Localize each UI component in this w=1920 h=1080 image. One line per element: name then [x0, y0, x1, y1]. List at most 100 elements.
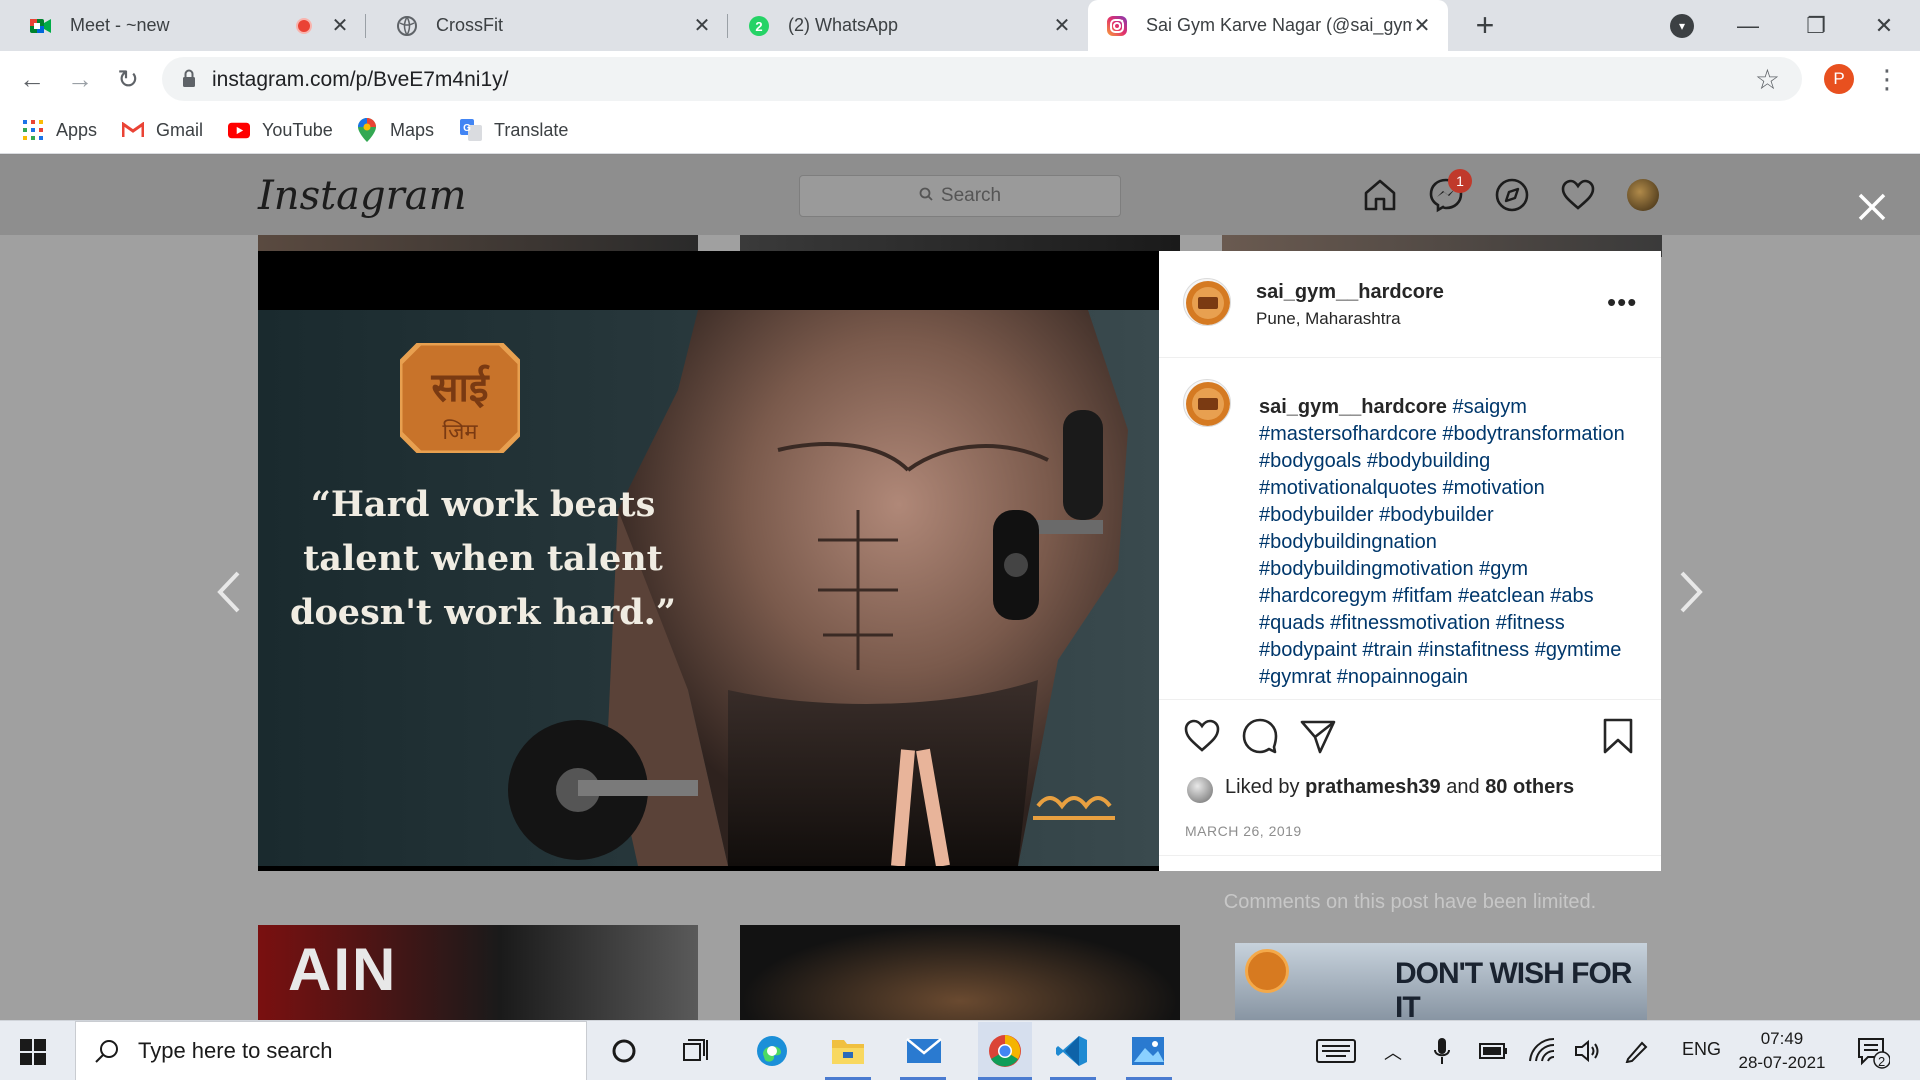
bookmark-youtube[interactable]: YouTube: [228, 116, 333, 144]
author-username[interactable]: sai_gym__hardcore: [1256, 281, 1444, 304]
caption-hashtags[interactable]: #saigym #mastersofhardcore #bodytransfor…: [1259, 396, 1625, 688]
instagram-icon: [1106, 15, 1128, 37]
likes-others[interactable]: 80 others: [1485, 776, 1574, 798]
restore-icon[interactable]: ❐: [1796, 8, 1836, 44]
instagram-search-input[interactable]: Search: [799, 175, 1121, 217]
file-explorer-icon[interactable]: [828, 1031, 868, 1071]
close-window-icon[interactable]: ✕: [1864, 8, 1904, 44]
microphone-icon[interactable]: [1434, 1037, 1450, 1065]
like-heart-icon[interactable]: [1183, 717, 1221, 755]
new-tab-button[interactable]: +: [1468, 9, 1502, 43]
logo-glyph: साई: [430, 364, 490, 411]
author-avatar[interactable]: [1183, 278, 1231, 326]
profile-avatar[interactable]: [1627, 179, 1659, 211]
bookmark-star-icon[interactable]: ☆: [1755, 63, 1780, 96]
battery-icon[interactable]: [1478, 1039, 1508, 1063]
forward-icon[interactable]: →: [62, 61, 98, 97]
comment-icon[interactable]: [1241, 717, 1279, 755]
back-icon[interactable]: ←: [14, 61, 50, 97]
close-tab-icon[interactable]: ✕: [330, 16, 350, 36]
next-post-arrow-icon[interactable]: [1676, 567, 1706, 617]
comments-limited-notice: Comments on this post have been limited.: [1223, 891, 1597, 913]
bookmark-maps[interactable]: Maps: [356, 116, 434, 144]
activity-heart-icon[interactable]: [1560, 177, 1596, 213]
lock-icon[interactable]: [182, 69, 196, 87]
show-hidden-icons-icon[interactable]: ︿: [1384, 1039, 1402, 1065]
home-icon[interactable]: [1362, 177, 1398, 213]
post-caption: sai_gym__hardcore #saigym #mastersofhard…: [1259, 394, 1649, 691]
mail-icon[interactable]: [904, 1031, 944, 1071]
youtube-icon: [228, 119, 250, 141]
close-tab-icon[interactable]: ✕: [1052, 16, 1072, 36]
post-image: साई जिम “Hard work beats talent when tal…: [258, 310, 1159, 866]
address-bar[interactable]: instagram.com/p/BveE7m4ni1y/ ☆: [162, 57, 1802, 101]
profile-avatar[interactable]: P: [1824, 64, 1854, 94]
instagram-logo[interactable]: Instagram: [258, 173, 467, 219]
photos-icon[interactable]: [1128, 1031, 1168, 1071]
liker-username[interactable]: prathamesh39: [1305, 776, 1441, 798]
search-icon: [919, 185, 933, 207]
taskbar-search-box[interactable]: Type here to search: [75, 1021, 587, 1080]
grid-post-thumbnail[interactable]: [740, 925, 1180, 1020]
browser-toolbar: ← → ↻ instagram.com/p/BveE7m4ni1y/ ☆ P ⋮: [0, 51, 1920, 106]
post-media[interactable]: साई जिम “Hard work beats talent when tal…: [258, 251, 1159, 871]
task-view-icon[interactable]: [676, 1031, 716, 1071]
translate-icon: G: [460, 119, 482, 141]
chrome-icon[interactable]: [978, 1022, 1032, 1080]
bookmark-translate[interactable]: G Translate: [460, 116, 568, 144]
grid-post-thumbnail[interactable]: AIN: [258, 925, 698, 1020]
touch-keyboard-icon[interactable]: [1316, 1039, 1356, 1063]
tab-search-icon[interactable]: ▾: [1670, 14, 1694, 38]
cortana-icon[interactable]: [604, 1031, 644, 1071]
likes-summary[interactable]: Liked by prathamesh39 and 80 others: [1225, 776, 1574, 799]
previous-post-arrow-icon[interactable]: [214, 567, 244, 617]
recording-icon: [296, 17, 312, 34]
more-options-icon[interactable]: •••: [1607, 287, 1637, 318]
pen-workspace-icon[interactable]: [1624, 1039, 1650, 1063]
wifi-icon[interactable]: [1528, 1037, 1556, 1065]
reload-icon[interactable]: ↻: [110, 61, 146, 97]
logo-subtext: जिम: [442, 419, 478, 445]
instagram-header: Instagram Search 1: [0, 155, 1920, 235]
likes-and: and: [1446, 776, 1480, 798]
tab-meet[interactable]: Meet - ~new ✕: [0, 0, 366, 51]
close-modal-icon[interactable]: [1852, 187, 1892, 227]
motivational-quote: “Hard work beats talent when talent does…: [289, 484, 676, 633]
save-bookmark-icon[interactable]: [1599, 717, 1637, 755]
tab-crossfit[interactable]: CrossFit ✕: [366, 0, 728, 51]
tab-title: CrossFit: [436, 15, 503, 35]
minimize-icon[interactable]: —: [1728, 8, 1768, 44]
url-text[interactable]: instagram.com/p/BveE7m4ni1y/: [212, 68, 508, 92]
close-tab-icon[interactable]: ✕: [692, 16, 712, 36]
notification-count: 2: [1878, 1054, 1886, 1069]
divider: [1159, 699, 1661, 700]
bookmark-gmail[interactable]: Gmail: [122, 116, 203, 144]
chrome-menu-icon[interactable]: ⋮: [1874, 61, 1900, 97]
vscode-icon[interactable]: [1052, 1031, 1092, 1071]
close-tab-icon[interactable]: ✕: [1412, 16, 1432, 36]
input-language[interactable]: ENG: [1682, 1039, 1721, 1060]
explore-compass-icon[interactable]: [1494, 177, 1530, 213]
edge-icon[interactable]: [752, 1031, 792, 1071]
post-header: sai_gym__hardcore Pune, Maharashtra •••: [1159, 251, 1661, 358]
tab-whatsapp[interactable]: 2 (2) WhatsApp ✕: [728, 0, 1088, 51]
tab-instagram[interactable]: Sai Gym Karve Nagar (@sai_gym_ ✕: [1088, 0, 1448, 51]
messages-badge: 1: [1448, 169, 1472, 193]
grid-post-thumbnail[interactable]: DON'T WISH FOR IT: [1235, 943, 1647, 1020]
system-clock[interactable]: 07:49 28-07-2021: [1736, 1027, 1828, 1075]
post-location[interactable]: Pune, Maharashtra: [1256, 309, 1401, 329]
tab-strip: Meet - ~new ✕ CrossFit ✕ 2 (2) WhatsApp …: [0, 0, 1920, 51]
windows-start-icon[interactable]: [20, 1039, 46, 1065]
volume-icon[interactable]: [1574, 1039, 1602, 1063]
caption-username[interactable]: sai_gym__hardcore: [1259, 396, 1447, 418]
caption-author-avatar[interactable]: [1183, 379, 1231, 427]
svg-text:2: 2: [755, 19, 762, 34]
share-send-icon[interactable]: [1299, 717, 1337, 755]
clock-date: 28-07-2021: [1738, 1053, 1826, 1072]
taskbar-search-placeholder: Type here to search: [138, 1038, 333, 1063]
clock-time: 07:49: [1760, 1029, 1804, 1048]
liker-avatar[interactable]: [1187, 777, 1213, 803]
post-date[interactable]: MARCH 26, 2019: [1185, 823, 1302, 839]
maps-pin-icon: [356, 118, 378, 142]
bookmark-apps[interactable]: Apps: [22, 116, 97, 144]
